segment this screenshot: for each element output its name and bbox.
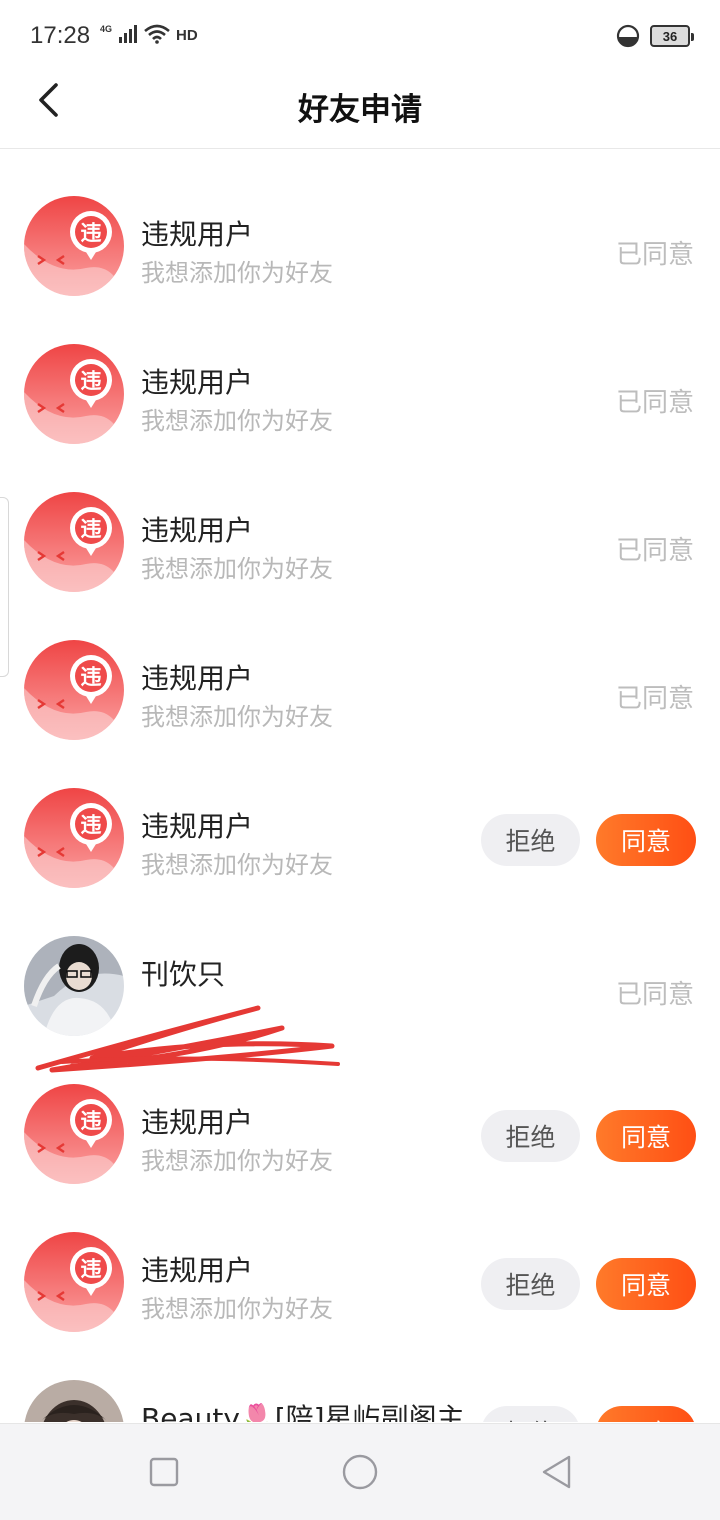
recent-apps-button[interactable] — [144, 1452, 184, 1492]
violation-avatar[interactable]: 违 — [24, 1232, 124, 1332]
wifi-icon — [144, 24, 170, 44]
request-message: 我想添加你为好友 — [141, 555, 333, 583]
battery-icon: 36 — [650, 25, 694, 47]
system-back-button[interactable] — [536, 1452, 576, 1492]
avatar-badge: 违 — [81, 1257, 102, 1281]
signal-icon — [119, 25, 138, 43]
avatar-badge: 违 — [81, 665, 102, 689]
accept-button[interactable]: 同意 — [596, 814, 696, 866]
avatar-badge: 违 — [81, 1109, 102, 1133]
accept-button[interactable]: 同意 — [596, 1258, 696, 1310]
friend-request-row[interactable]: 违 违规用户 我想添加你为好友 已同意 — [0, 150, 720, 298]
friend-request-row[interactable]: 违 违规用户 我想添加你为好友 拒绝 同意 — [0, 742, 720, 890]
user-name: 违规用户 — [141, 218, 254, 251]
user-name: 违规用户 — [141, 1254, 254, 1287]
agreed-status: 已同意 — [615, 684, 694, 714]
agreed-status: 已同意 — [615, 240, 694, 270]
status-time: 17:28 — [30, 22, 91, 49]
square-icon — [149, 1457, 179, 1487]
agreed-status: 已同意 — [615, 980, 694, 1010]
reject-button[interactable]: 拒绝 — [481, 1110, 580, 1162]
data-saver-icon — [616, 24, 640, 48]
violation-avatar[interactable]: 违 — [24, 344, 124, 444]
accept-button[interactable]: 同意 — [596, 1406, 696, 1422]
request-message: 我想添加你为好友 — [141, 1295, 333, 1323]
hd-badge: HD — [176, 27, 198, 44]
friend-request-row[interactable]: 违 违规用户 我想添加你为好友 拒绝 同意 — [0, 1186, 720, 1334]
status-right: 36 — [616, 24, 694, 48]
accept-button[interactable]: 同意 — [596, 1110, 696, 1162]
friend-request-row[interactable]: 违 违规用户 我想添加你为好友 已同意 — [0, 298, 720, 446]
reject-button[interactable]: 拒绝 — [481, 1406, 580, 1422]
agreed-status: 已同意 — [615, 536, 694, 566]
avatar-badge: 违 — [81, 813, 102, 837]
status-bar: 17:28 4G HD 36 — [0, 0, 720, 72]
request-message: 我想添加你为好友 — [141, 407, 333, 435]
friend-request-list: 违 违规用户 我想添加你为好友 已同意 违 违规用户 我想添加你为好友 已同意 — [0, 150, 720, 1422]
agreed-status: 已同意 — [615, 388, 694, 418]
network-type: 4G — [100, 24, 113, 34]
violation-avatar[interactable]: 违 — [24, 492, 124, 592]
friend-request-row[interactable]: 刊饮只 已同意 — [0, 890, 720, 1073]
violation-avatar[interactable]: 违 — [24, 196, 124, 296]
user-name: 违规用户 — [141, 810, 254, 843]
user-photo-avatar[interactable] — [24, 1380, 124, 1422]
friend-request-row[interactable]: 违 违规用户 我想添加你为好友 拒绝 同意 — [0, 1038, 720, 1186]
battery-level: 36 — [662, 28, 678, 44]
triangle-back-icon — [542, 1455, 571, 1489]
violation-avatar[interactable]: 违 — [24, 788, 124, 888]
friend-request-row[interactable]: 违 违规用户 我想添加你为好友 已同意 — [0, 446, 720, 594]
friend-request-row[interactable]: 违 违规用户 我想添加你为好友 已同意 — [0, 594, 720, 742]
home-button[interactable] — [340, 1452, 380, 1492]
user-name: 刊饮只 — [141, 958, 226, 991]
user-name: 违规用户 — [141, 1106, 254, 1139]
avatar-badge: 违 — [81, 517, 102, 541]
reject-button[interactable]: 拒绝 — [481, 814, 580, 866]
avatar-badge: 违 — [81, 369, 102, 393]
user-name: 违规用户 — [141, 366, 254, 399]
request-message: 我想添加你为好友 — [141, 1147, 333, 1175]
violation-avatar[interactable]: 违 — [24, 640, 124, 740]
request-message: 我想添加你为好友 — [141, 259, 333, 287]
violation-avatar[interactable]: 违 — [24, 1084, 124, 1184]
circle-icon — [342, 1454, 378, 1490]
user-name: 违规用户 — [141, 662, 254, 695]
user-name: 违规用户 — [141, 514, 254, 547]
request-message: 我想添加你为好友 — [141, 851, 333, 879]
page-title: 好友申请 — [298, 92, 422, 128]
friend-request-row[interactable]: Beauty🌷[陪]星屿副阁主 拒绝 同意 — [0, 1334, 720, 1422]
request-message: 我想添加你为好友 — [141, 703, 333, 731]
system-nav-bar — [0, 1423, 720, 1520]
nav-header: 好友申请 — [0, 72, 720, 149]
reject-button[interactable]: 拒绝 — [481, 1258, 580, 1310]
user-name: Beauty🌷[陪]星屿副阁主 — [141, 1402, 465, 1422]
status-icons: 4G HD — [100, 24, 198, 44]
avatar-badge: 违 — [81, 221, 102, 245]
